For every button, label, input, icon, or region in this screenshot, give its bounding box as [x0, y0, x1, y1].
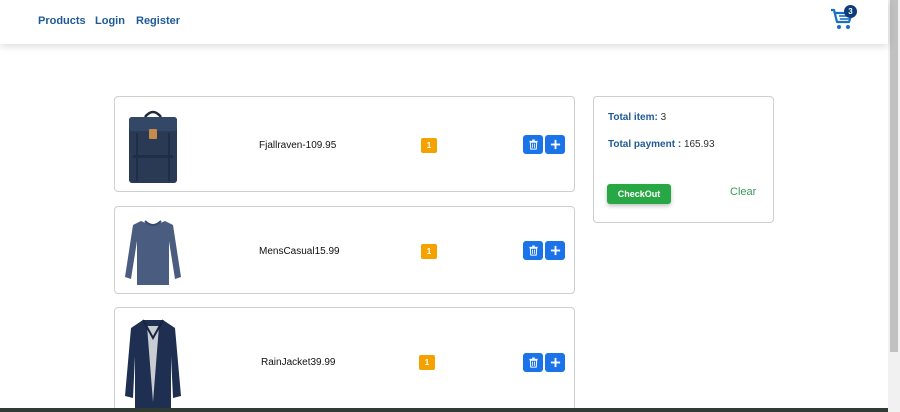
jacket-image — [123, 316, 183, 412]
backpack-image — [123, 105, 183, 185]
cart-count-badge: 3 — [844, 5, 857, 18]
total-payment-row: Total payment : 165.93 — [608, 139, 715, 150]
total-items-label: Total item: — [608, 112, 658, 123]
trash-icon — [528, 139, 538, 150]
top-navbar: Products Login Register 3 — [0, 0, 888, 44]
product-name: MensCasual15.99 — [259, 246, 340, 257]
checkout-button[interactable]: CheckOut — [607, 184, 671, 204]
total-payment-label: Total payment : — [608, 139, 682, 150]
nav-login-link[interactable]: Login — [95, 15, 125, 27]
delete-item-button[interactable] — [523, 135, 543, 154]
product-name: Fjallraven-109.95 — [259, 140, 337, 151]
total-items-row: Total item: 3 — [608, 112, 666, 123]
taskbar-strip — [0, 408, 888, 412]
total-items-value: 3 — [660, 112, 667, 123]
nav-products-link[interactable]: Products — [38, 15, 86, 27]
add-item-button[interactable] — [545, 353, 565, 372]
plus-icon — [550, 357, 560, 368]
page-scrollbar[interactable] — [888, 0, 900, 412]
total-payment-value: 165.93 — [683, 139, 715, 150]
clear-cart-link[interactable]: Clear — [730, 186, 756, 198]
cart-item-card: MensCasual15.99 1 — [114, 206, 575, 294]
scrollbar-thumb[interactable] — [890, 0, 898, 352]
add-item-button[interactable] — [545, 241, 565, 260]
nav-register-link[interactable]: Register — [136, 15, 180, 27]
product-name: RainJacket39.99 — [261, 357, 336, 368]
add-item-button[interactable] — [545, 135, 565, 154]
order-summary-card: Total item: 3 Total payment : 165.93 Che… — [593, 96, 774, 223]
shirt-image — [123, 215, 183, 287]
delete-item-button[interactable] — [523, 241, 543, 260]
trash-icon — [528, 357, 538, 368]
delete-item-button[interactable] — [523, 353, 543, 372]
quantity-badge: 1 — [421, 138, 437, 153]
cart-item-card: Fjallraven-109.95 1 — [114, 96, 575, 192]
quantity-badge: 1 — [419, 355, 435, 370]
plus-icon — [550, 245, 560, 256]
cart-button[interactable]: 3 — [830, 5, 857, 33]
cart-item-card: RainJacket39.99 1 — [114, 307, 575, 412]
plus-icon — [550, 139, 560, 150]
quantity-badge: 1 — [421, 244, 437, 259]
trash-icon — [528, 245, 538, 256]
